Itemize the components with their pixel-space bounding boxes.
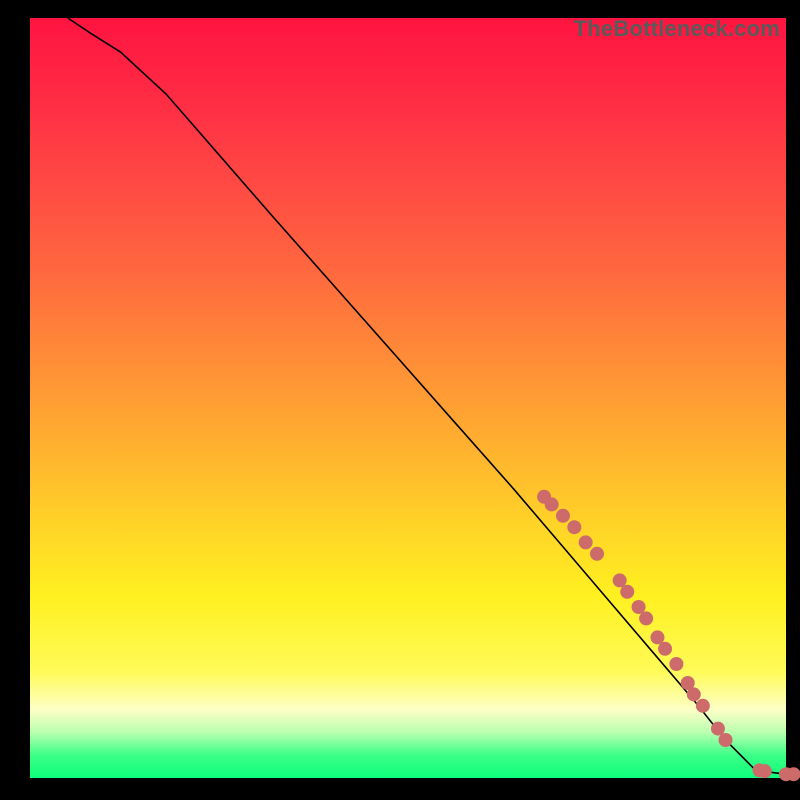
data-marker <box>787 767 800 781</box>
data-marker <box>719 733 733 747</box>
marker-layer <box>537 490 800 781</box>
data-marker <box>711 722 725 736</box>
data-marker <box>687 687 701 701</box>
data-marker <box>590 547 604 561</box>
data-marker <box>639 611 653 625</box>
data-marker <box>658 642 672 656</box>
data-marker <box>632 600 646 614</box>
chart-svg <box>30 18 786 778</box>
data-marker <box>758 764 772 778</box>
data-marker <box>696 699 710 713</box>
data-marker <box>545 497 559 511</box>
plot-area: TheBottleneck.com <box>30 18 786 778</box>
data-marker <box>613 573 627 587</box>
data-marker <box>650 630 664 644</box>
chart-frame: TheBottleneck.com <box>0 0 800 800</box>
data-marker <box>579 535 593 549</box>
data-marker <box>620 585 634 599</box>
data-marker <box>556 509 570 523</box>
data-marker <box>669 657 683 671</box>
data-marker <box>567 520 581 534</box>
